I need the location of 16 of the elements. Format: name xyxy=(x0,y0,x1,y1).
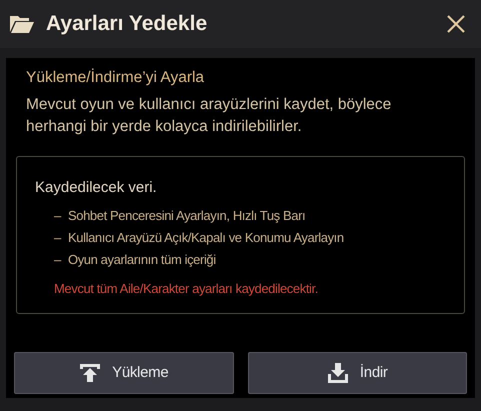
info-title: Kaydedilecek veri. xyxy=(35,178,158,198)
list-item-text: Sohbet Penceresini Ayarlayın, Hızlı Tuş Barı xyxy=(68,206,306,225)
window-title: Ayarları Yedekle xyxy=(46,11,208,38)
upload-icon xyxy=(79,363,102,383)
list-item-text: Kullanıcı Arayüzü Açık/Kapalı ve Konumu Ayarlayın xyxy=(68,228,344,247)
folder-icon xyxy=(9,14,35,34)
section-heading: Yükleme/İndirme’yi Ayarla xyxy=(26,68,206,88)
list-item-text: Oyun ayarlarının tüm içeriği xyxy=(68,250,216,269)
warning-text: Mevcut tüm Aile/Karakter ayarları kaydedilecektir. xyxy=(54,280,319,298)
upload-button[interactable]: Yükleme xyxy=(14,352,234,394)
download-button[interactable]: İndir xyxy=(248,352,467,394)
description-text: Mevcut oyun ve kullanıcı arayüzlerini kaydet, böylece herhangi bir yerde kolayca indirilebilirler. xyxy=(26,95,392,138)
download-icon xyxy=(326,362,349,384)
bullet-dash: – xyxy=(54,250,62,268)
bullet-dash: – xyxy=(54,228,62,246)
bullet-dash: – xyxy=(54,206,62,224)
